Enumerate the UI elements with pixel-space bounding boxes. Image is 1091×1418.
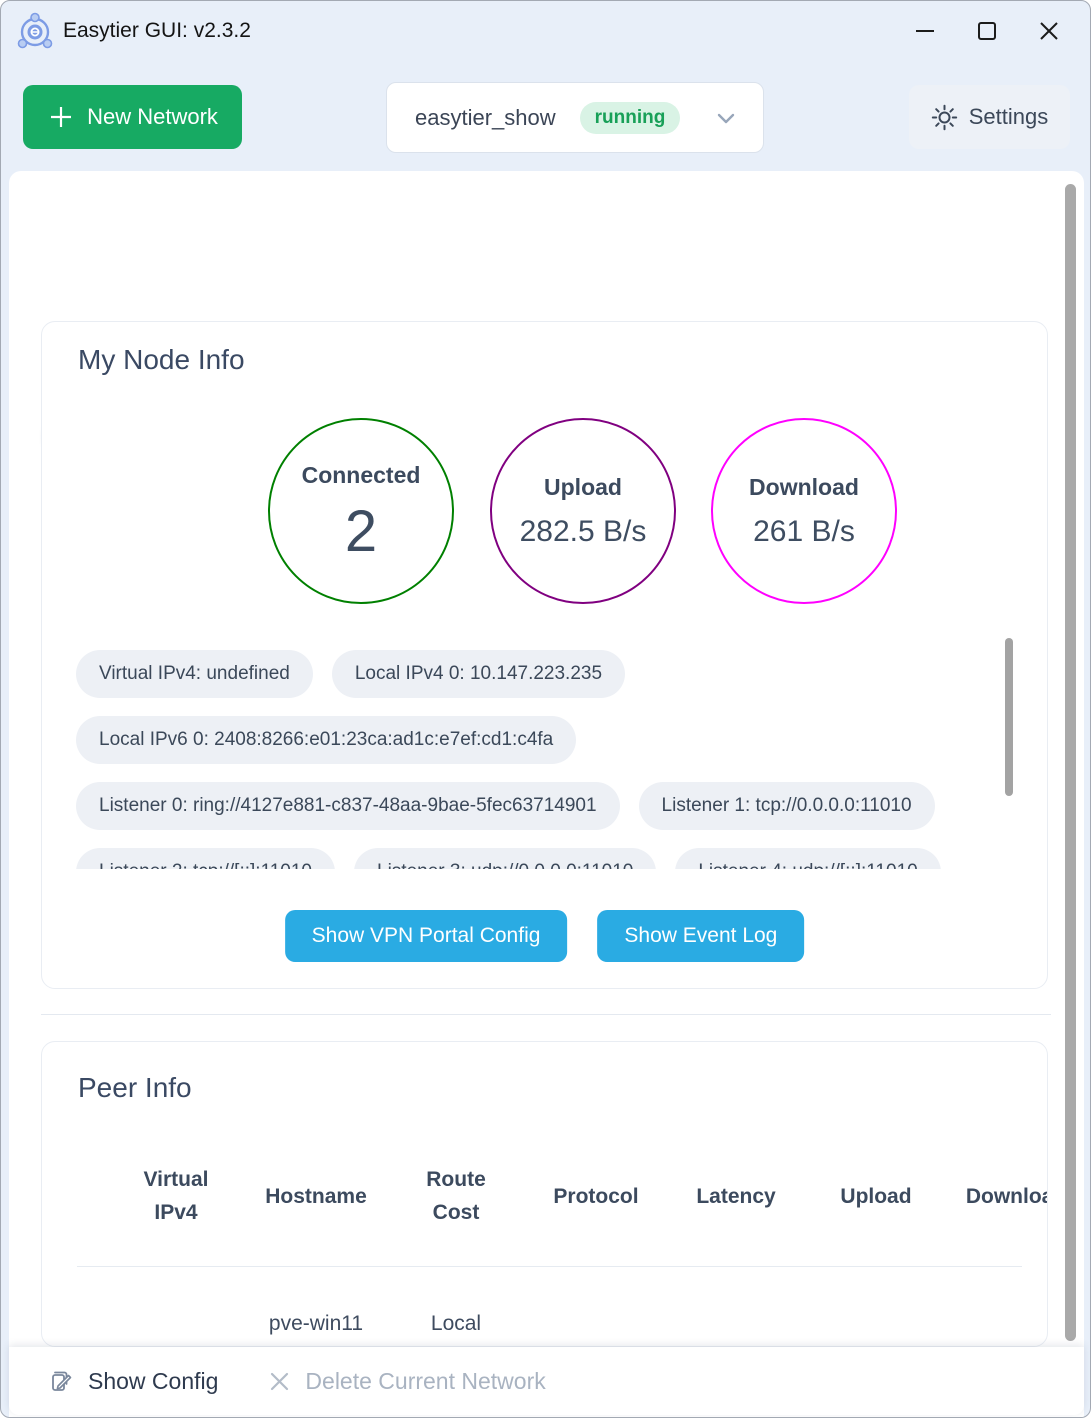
minimize-button[interactable] [894, 1, 956, 61]
chip-listener-0: Listener 0: ring://4127e881-c837-48aa-9b… [76, 782, 620, 830]
delete-current-network-button[interactable]: Delete Current Network [268, 1368, 545, 1395]
footer-bar: Show Config Delete Current Network [9, 1347, 1084, 1415]
chip-local-ipv6: Local IPv6 0: 2408:8266:e01:23ca:ad1c:e7… [76, 716, 576, 764]
peer-info-card: Peer Info Virtual IPv4 Hostname Route Co… [41, 1041, 1048, 1347]
peer-table: Virtual IPv4 Hostname Route Cost Protoco… [106, 1147, 1048, 1247]
col-protocol: Protocol [526, 1147, 666, 1247]
chevron-down-icon [713, 105, 739, 131]
cell-route-cost: Local [386, 1304, 526, 1344]
section-divider [41, 1014, 1051, 1015]
maximize-button[interactable] [956, 1, 1018, 61]
col-download: Download [946, 1147, 1048, 1247]
network-select[interactable]: easytier_show running [386, 82, 764, 153]
square-icon [974, 18, 1000, 44]
connected-stat-ring: Connected 2 [268, 418, 454, 604]
chip-local-ipv4: Local IPv4 0: 10.147.223.235 [332, 650, 625, 698]
document-edit-icon [49, 1369, 74, 1394]
network-select-value: easytier_show [415, 105, 556, 131]
chip-listener-2: Listener 2: tcp://[::]:11010 [76, 848, 335, 869]
network-status-badge: running [580, 102, 681, 134]
col-route-cost: Route Cost [386, 1147, 526, 1247]
main-scrollbar-thumb[interactable] [1065, 184, 1076, 1341]
node-info-card: My Node Info Connected 2 Upload 282.5 B/… [41, 321, 1048, 989]
upload-value: 282.5 B/s [520, 515, 647, 549]
peer-table-header: Virtual IPv4 Hostname Route Cost Protoco… [106, 1147, 1048, 1247]
connected-value: 2 [345, 503, 377, 561]
upload-label: Upload [544, 474, 622, 501]
settings-button[interactable]: Settings [909, 85, 1070, 149]
window-title: Easytier GUI: v2.3.2 [63, 19, 251, 43]
window-controls [894, 1, 1080, 61]
minus-icon [912, 18, 938, 44]
app-logo-icon [15, 11, 55, 51]
app-window: Easytier GUI: v2.3.2 [0, 0, 1091, 1418]
download-stat-ring: Download 261 B/s [711, 418, 897, 604]
chip-listener-3: Listener 3: udp://0.0.0.0:11010 [354, 848, 656, 869]
close-icon [1036, 18, 1062, 44]
delete-x-icon [268, 1370, 291, 1393]
close-button[interactable] [1018, 1, 1080, 61]
chip-virtual-ipv4: Virtual IPv4: undefined [76, 650, 313, 698]
delete-network-label: Delete Current Network [305, 1368, 545, 1395]
node-info-title: My Node Info [78, 344, 245, 376]
show-config-button[interactable]: Show Config [49, 1368, 218, 1395]
chip-listener-4: Listener 4: udp://[::]:11010 [675, 848, 940, 869]
table-header-divider [77, 1266, 1022, 1267]
plus-icon [47, 103, 75, 131]
new-network-label: New Network [87, 104, 218, 130]
new-network-button[interactable]: New Network [23, 85, 242, 149]
show-event-log-button[interactable]: Show Event Log [597, 910, 804, 962]
node-detail-chips: Virtual IPv4: undefined Local IPv4 0: 10… [76, 650, 1016, 869]
main-panel: 1 Config Network 2 Running My Node Info … [9, 171, 1084, 1418]
upload-stat-ring: Upload 282.5 B/s [490, 418, 676, 604]
cell-virtual-ipv4 [106, 1304, 246, 1344]
connected-label: Connected [302, 462, 421, 489]
col-virtual-ipv4: Virtual IPv4 [106, 1147, 246, 1247]
settings-label: Settings [969, 104, 1049, 130]
chips-scrollbar-thumb[interactable] [1005, 638, 1013, 796]
peer-info-title: Peer Info [78, 1072, 192, 1104]
title-bar: Easytier GUI: v2.3.2 [1, 1, 1090, 61]
col-latency: Latency [666, 1147, 806, 1247]
chip-listener-1: Listener 1: tcp://0.0.0.0:11010 [639, 782, 935, 830]
table-row: pve-win11 Local [106, 1304, 1048, 1344]
download-label: Download [749, 474, 859, 501]
cell-hostname: pve-win11 [246, 1304, 386, 1344]
gear-icon [931, 104, 958, 131]
download-value: 261 B/s [753, 515, 855, 549]
show-vpn-portal-config-button[interactable]: Show VPN Portal Config [285, 910, 568, 962]
col-upload: Upload [806, 1147, 946, 1247]
col-hostname: Hostname [246, 1147, 386, 1247]
show-config-label: Show Config [88, 1368, 218, 1395]
